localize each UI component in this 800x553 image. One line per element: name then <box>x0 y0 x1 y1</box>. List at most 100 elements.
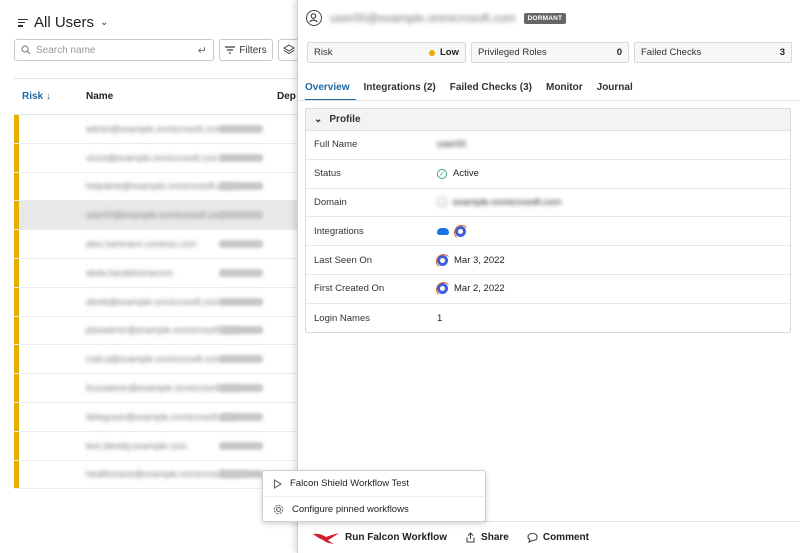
list-title-row[interactable]: All Users ⌄ <box>18 14 108 31</box>
user-tag <box>219 124 263 133</box>
profile-row-status: Status ✓ Active <box>306 160 790 189</box>
table-row[interactable]: healthcheck@example.onmicrosoft.com <box>14 460 300 490</box>
user-tag <box>219 355 263 364</box>
profile-row-domain: Domain example.onmicrosoft.com <box>306 189 790 218</box>
detail-header: user00@example.onmicrosoft.com DORMANT <box>306 10 567 26</box>
filters-button[interactable]: Filters <box>219 39 273 61</box>
user-tag <box>219 240 263 249</box>
share-icon <box>466 532 475 543</box>
enter-icon: ↵ <box>197 44 207 57</box>
user-tag <box>219 182 263 191</box>
user-name-cell: test.identity.example.com <box>86 440 187 451</box>
summary-cards: Risk Low Privileged Roles 0 Failed Check… <box>307 42 792 63</box>
chevron-down-icon[interactable]: ⌄ <box>100 17 108 28</box>
department-column-header[interactable]: Dep <box>277 91 296 102</box>
user-name-cell: jdoeadmin@example.onmicrosoft.com <box>86 325 240 336</box>
table-header: Risk ↓ Name Dep <box>14 78 300 115</box>
user-name-cell: abda.baudehomecom <box>86 267 174 278</box>
tab-overview[interactable]: Overview <box>305 76 357 101</box>
chevron-down-icon[interactable]: ⌄ <box>314 114 322 125</box>
risk-indicator-bar <box>14 258 19 287</box>
table-row[interactable]: admin@example.onmicrosoft.com <box>14 115 300 144</box>
layers-icon <box>283 44 295 55</box>
menu-item-configure-pinned-workflows[interactable]: Configure pinned workflows <box>263 496 485 521</box>
risk-indicator-bar <box>14 460 19 489</box>
failed-label: Failed Checks <box>641 47 702 58</box>
user-avatar-icon <box>306 10 322 26</box>
user-tag <box>219 268 263 277</box>
table-row[interactable]: user00@example.onmicrosoft.com <box>14 201 300 231</box>
filters-label: Filters <box>239 44 267 56</box>
falcon-integration-icon <box>436 253 451 269</box>
user-name-cell: mail.a@example.onmicrosoft.com <box>86 354 222 365</box>
user-tag <box>219 326 263 335</box>
user-tag <box>219 412 263 421</box>
status-value: Active <box>453 168 479 180</box>
table-row[interactable]: alex.hartmann.contoso.com <box>14 230 300 259</box>
tab-journal[interactable]: Journal <box>590 76 640 101</box>
table-row[interactable]: test.identity.example.com <box>14 431 300 461</box>
profile-header[interactable]: ⌄ Profile <box>306 109 790 131</box>
full-name-value: user00 <box>437 139 467 151</box>
tab-failed-checks[interactable]: Failed Checks (3) <box>443 76 539 101</box>
profile-row-full-name: Full Name user00 <box>306 131 790 160</box>
failed-value: 3 <box>779 47 785 58</box>
detail-tabs: Overview Integrations (2) Failed Checks … <box>305 76 640 101</box>
table-row[interactable]: deleguser@example.onmicrosoft.com <box>14 402 300 432</box>
risk-indicator-bar <box>14 143 19 172</box>
table-row[interactable]: derek@example.onmicrosoft.com <box>14 287 300 317</box>
user-name-cell: derek@example.onmicrosoft.com <box>86 296 221 307</box>
risk-indicator-bar <box>14 402 19 431</box>
detail-action-bar: Run Falcon Workflow Share Comment <box>298 521 800 553</box>
profile-section: ⌄ Profile Full Name user00 Status ✓ Activ… <box>305 108 791 333</box>
comment-icon <box>527 532 538 543</box>
user-name-cell: alex.hartmann.contoso.com <box>86 239 197 250</box>
profile-row-integrations: Integrations <box>306 217 790 247</box>
login-names-value: 1 <box>437 312 443 324</box>
table-row[interactable]: mail.a@example.onmicrosoft.com <box>14 345 300 375</box>
risk-indicator-bar <box>14 431 19 460</box>
user-tag <box>219 470 263 479</box>
risk-label: Risk <box>314 47 333 58</box>
user-name-cell: deleguser@example.onmicrosoft.com <box>86 411 238 422</box>
table-row[interactable]: helpdesk@example.onmicrosoft.com <box>14 172 300 202</box>
arrow-down-icon: ↓ <box>45 91 51 102</box>
risk-indicator-bar <box>14 374 19 402</box>
risk-indicator-bar <box>14 230 19 258</box>
risk-indicator-bar <box>14 115 19 143</box>
tab-monitor[interactable]: Monitor <box>539 76 590 101</box>
name-column-header[interactable]: Name <box>86 91 113 102</box>
search-input[interactable]: Search name ↵ <box>14 39 214 61</box>
risk-column-header[interactable]: Risk ↓ <box>22 91 51 102</box>
user-name-cell: linuxadmin@example.onmicrosoft.com <box>86 383 241 394</box>
gear-icon <box>273 504 284 514</box>
user-tag <box>219 441 263 450</box>
profile-row-last-seen: Last Seen On Mar 3, 2022 <box>306 246 790 275</box>
menu-icon[interactable] <box>18 18 28 28</box>
user-name-cell: admin@example.onmicrosoft.com <box>86 123 223 134</box>
domain-icon <box>437 197 447 208</box>
filter-icon <box>225 46 236 54</box>
last-seen-value: Mar 3, 2022 <box>454 254 505 266</box>
user-tag <box>219 384 263 393</box>
risk-value: Low <box>440 47 459 58</box>
user-tag <box>219 297 263 306</box>
comment-button[interactable]: Comment <box>527 532 589 543</box>
tab-integrations[interactable]: Integrations (2) <box>356 76 442 101</box>
falcon-logo-icon <box>313 532 339 544</box>
menu-item-falcon-shield-workflow-test[interactable]: Falcon Shield Workflow Test <box>263 471 485 496</box>
profile-row-first-created: First Created On Mar 2, 2022 <box>306 275 790 304</box>
table-row[interactable]: abda.baudehomecom <box>14 258 300 288</box>
share-button[interactable]: Share <box>465 532 509 543</box>
table-row[interactable]: linuxadmin@example.onmicrosoft.com <box>14 374 300 403</box>
user-email: user00@example.onmicrosoft.com <box>330 11 516 25</box>
privileged-roles-card: Privileged Roles 0 <box>471 42 629 63</box>
failed-checks-card: Failed Checks 3 <box>634 42 792 63</box>
privileged-value: 0 <box>616 47 622 58</box>
domain-value: example.onmicrosoft.com <box>453 196 562 208</box>
table-row[interactable]: vince@example.onmicrosoft.com <box>14 143 300 173</box>
table-row[interactable]: jdoeadmin@example.onmicrosoft.com <box>14 316 300 346</box>
risk-indicator-bar <box>14 172 19 201</box>
run-falcon-workflow-button[interactable]: Run Falcon Workflow <box>312 531 447 545</box>
user-tag <box>219 153 263 162</box>
